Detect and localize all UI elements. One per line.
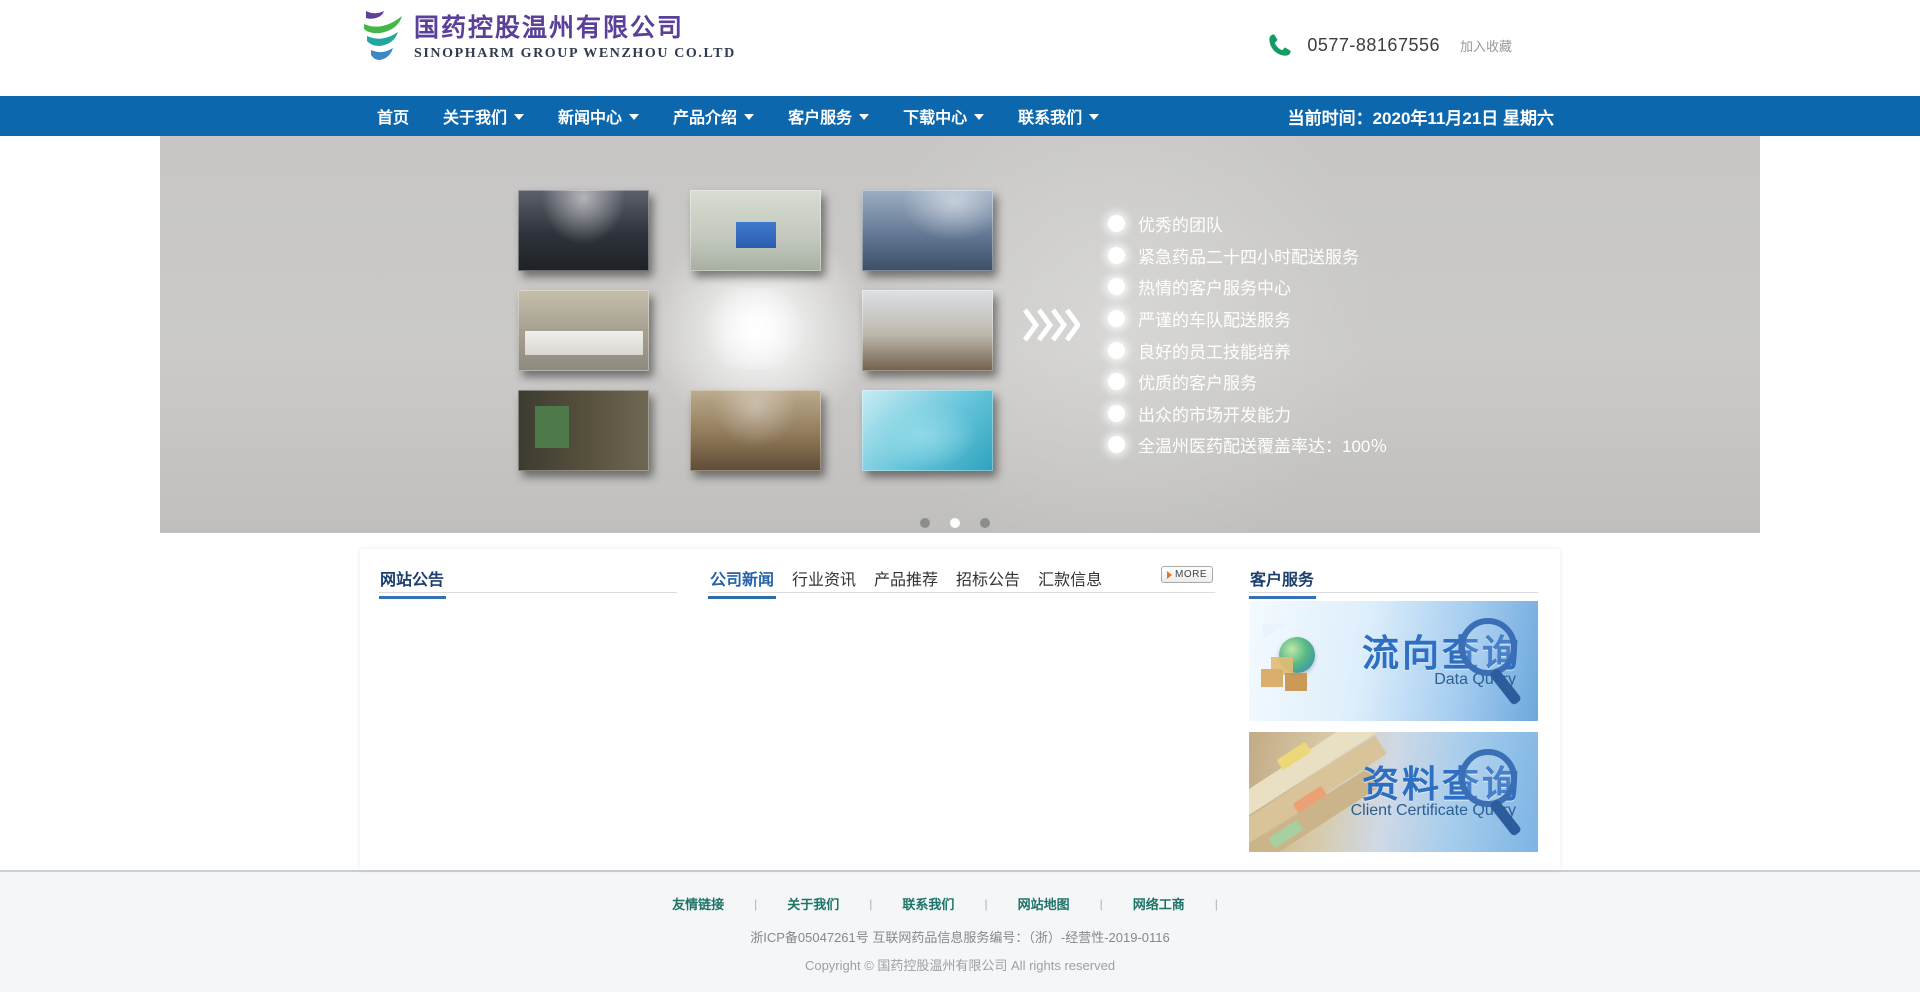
icp-record-text: 浙ICP备05047261号 互联网药品信息服务编号：（浙）-经营性-2019-… bbox=[0, 927, 1920, 946]
dropdown-arrow-icon bbox=[1089, 114, 1099, 120]
separator: | bbox=[1215, 897, 1218, 911]
main-nav: 首页 关于我们 新闻中心 产品介绍 客户服务 下载中心 联系我们 当前时间：20… bbox=[0, 96, 1920, 136]
feature-list: 优秀的团队 紧急药品二十四小时配送服务 热情的客户服务中心 严谨的车队配送服务 … bbox=[1108, 208, 1387, 461]
magnifier-icon bbox=[1444, 615, 1528, 711]
feature-item: 紧急药品二十四小时配送服务 bbox=[1108, 240, 1387, 272]
current-datetime: 当前时间：2020年11月21日 星期六 bbox=[1288, 96, 1554, 136]
news-panel: 公司新闻 行业资讯 产品推荐 招标公告 汇款信息 MORE bbox=[708, 566, 1215, 833]
footer-link-network-business[interactable]: 网络工商 bbox=[1133, 894, 1185, 913]
bullet-icon bbox=[1108, 310, 1125, 327]
tab-bid-notice[interactable]: 招标公告 bbox=[954, 566, 1022, 597]
tab-remittance-info[interactable]: 汇款信息 bbox=[1036, 566, 1104, 597]
feature-item: 优质的客户服务 bbox=[1108, 366, 1387, 398]
nav-item-download[interactable]: 下载中心 bbox=[886, 96, 1001, 136]
company-name-en: SINOPHARM GROUP WENZHOU CO.LTD bbox=[414, 46, 736, 62]
slide-thumb-coverage-map[interactable] bbox=[862, 390, 993, 471]
slide-thumb-lounge-discussion[interactable] bbox=[690, 390, 821, 471]
footer-link-sitemap[interactable]: 网站地图 bbox=[1018, 894, 1070, 913]
feature-item: 良好的员工技能培养 bbox=[1108, 334, 1387, 366]
slide-thumb-training-room[interactable] bbox=[862, 290, 993, 371]
nav-item-news[interactable]: 新闻中心 bbox=[541, 96, 656, 136]
slider-dot-1[interactable] bbox=[920, 518, 930, 528]
slide-thumb-office-cubicles[interactable] bbox=[862, 190, 993, 271]
main-content: 网站公告 公司新闻 行业资讯 产品推荐 招标公告 汇款信息 MORE 客户服务 bbox=[360, 549, 1560, 870]
bullet-icon bbox=[1108, 342, 1125, 359]
customer-service-panel: 客户服务 流向查询 Data Query 资料查询 Client Certifi… bbox=[1249, 566, 1538, 852]
bullet-icon bbox=[1108, 405, 1125, 422]
service-panel-title: 客户服务 bbox=[1249, 566, 1316, 599]
dropdown-arrow-icon bbox=[974, 114, 984, 120]
phone-icon bbox=[1267, 32, 1293, 58]
company-name: 国药控股温州有限公司 bbox=[414, 13, 736, 43]
chevrons-right-icon bbox=[1022, 308, 1080, 347]
footer-link-contact[interactable]: 联系我们 bbox=[902, 894, 954, 913]
feature-item: 全温州医药配送覆盖率达：100％ bbox=[1108, 429, 1387, 461]
nav-item-products[interactable]: 产品介绍 bbox=[656, 96, 771, 136]
bullet-icon bbox=[1108, 373, 1125, 390]
nav-item-about[interactable]: 关于我们 bbox=[426, 96, 541, 136]
hero-slider: 优秀的团队 紧急药品二十四小时配送服务 热情的客户服务中心 严谨的车队配送服务 … bbox=[0, 136, 1920, 533]
tab-product-recommend[interactable]: 产品推荐 bbox=[872, 566, 940, 597]
more-button[interactable]: MORE bbox=[1161, 566, 1213, 583]
phone-number: 0577-88167556 bbox=[1307, 35, 1440, 56]
news-list bbox=[708, 593, 1215, 833]
separator: | bbox=[869, 897, 872, 911]
separator: | bbox=[1100, 897, 1103, 911]
certificate-query-banner[interactable]: 资料查询 Client Certificate Query bbox=[1249, 732, 1538, 852]
footer-link-about[interactable]: 关于我们 bbox=[787, 894, 839, 913]
separator: | bbox=[984, 897, 987, 911]
announcement-panel-title: 网站公告 bbox=[379, 566, 446, 599]
site-header: 国药控股温州有限公司 SINOPHARM GROUP WENZHOU CO.LT… bbox=[0, 0, 1920, 96]
bullet-icon bbox=[1108, 278, 1125, 295]
separator: | bbox=[754, 897, 757, 911]
footer-link-friendly-links[interactable]: 友情链接 bbox=[672, 894, 724, 913]
bullet-icon bbox=[1108, 436, 1125, 453]
tab-industry-info[interactable]: 行业资讯 bbox=[790, 566, 858, 597]
slide-thumb-van-fleet[interactable] bbox=[518, 290, 649, 371]
company-logo[interactable]: 国药控股温州有限公司 SINOPHARM GROUP WENZHOU CO.LT… bbox=[360, 8, 736, 66]
slider-pagination bbox=[920, 518, 990, 528]
site-footer: 友情链接 | 关于我们 | 联系我们 | 网站地图 | 网络工商 | 浙ICP备05047… bbox=[0, 870, 1920, 992]
data-query-banner[interactable]: 流向查询 Data Query bbox=[1249, 601, 1538, 721]
slider-dot-2-active[interactable] bbox=[950, 518, 960, 528]
feature-item: 出众的市场开发能力 bbox=[1108, 398, 1387, 430]
feature-item: 优秀的团队 bbox=[1108, 208, 1387, 240]
slider-stage: 优秀的团队 紧急药品二十四小时配送服务 热情的客户服务中心 严谨的车队配送服务 … bbox=[160, 136, 1760, 533]
add-favorite-link[interactable]: 加入收藏 bbox=[1460, 36, 1512, 55]
bullet-icon bbox=[1108, 215, 1125, 232]
news-tabs: 公司新闻 行业资讯 产品推荐 招标公告 汇款信息 bbox=[708, 566, 1215, 597]
announcement-list bbox=[379, 593, 677, 833]
more-arrow-icon bbox=[1167, 571, 1172, 579]
slide-thumb-warehouse[interactable] bbox=[518, 390, 649, 471]
footer-links: 友情链接 | 关于我们 | 联系我们 | 网站地图 | 网络工商 | bbox=[0, 872, 1920, 913]
nav-item-home[interactable]: 首页 bbox=[360, 96, 426, 136]
dropdown-arrow-icon bbox=[629, 114, 639, 120]
slide-thumb-medicine-coolbox[interactable] bbox=[690, 190, 821, 271]
grid-empty-cell bbox=[690, 290, 821, 371]
slide-thumb-meeting-room[interactable] bbox=[518, 190, 649, 271]
magnifier-icon bbox=[1444, 746, 1528, 842]
tab-company-news[interactable]: 公司新闻 bbox=[708, 566, 776, 599]
nav-item-contact[interactable]: 联系我们 bbox=[1001, 96, 1116, 136]
bullet-icon bbox=[1108, 247, 1125, 264]
feature-item: 热情的客户服务中心 bbox=[1108, 271, 1387, 303]
nav-item-service[interactable]: 客户服务 bbox=[771, 96, 886, 136]
dropdown-arrow-icon bbox=[744, 114, 754, 120]
slider-dot-3[interactable] bbox=[980, 518, 990, 528]
dropdown-arrow-icon bbox=[859, 114, 869, 120]
slide-thumbnail-grid bbox=[518, 190, 993, 471]
copyright-text: Copyright © 国药控股温州有限公司 All rights reserv… bbox=[0, 955, 1920, 974]
globe-illustration bbox=[1279, 637, 1315, 673]
cargo-crates-illustration bbox=[1261, 669, 1283, 687]
dropdown-arrow-icon bbox=[514, 114, 524, 120]
feature-item: 严谨的车队配送服务 bbox=[1108, 303, 1387, 335]
logo-mark-icon bbox=[360, 8, 404, 66]
airplane-illustration bbox=[1262, 618, 1290, 637]
site-announcement-panel: 网站公告 bbox=[379, 566, 677, 833]
